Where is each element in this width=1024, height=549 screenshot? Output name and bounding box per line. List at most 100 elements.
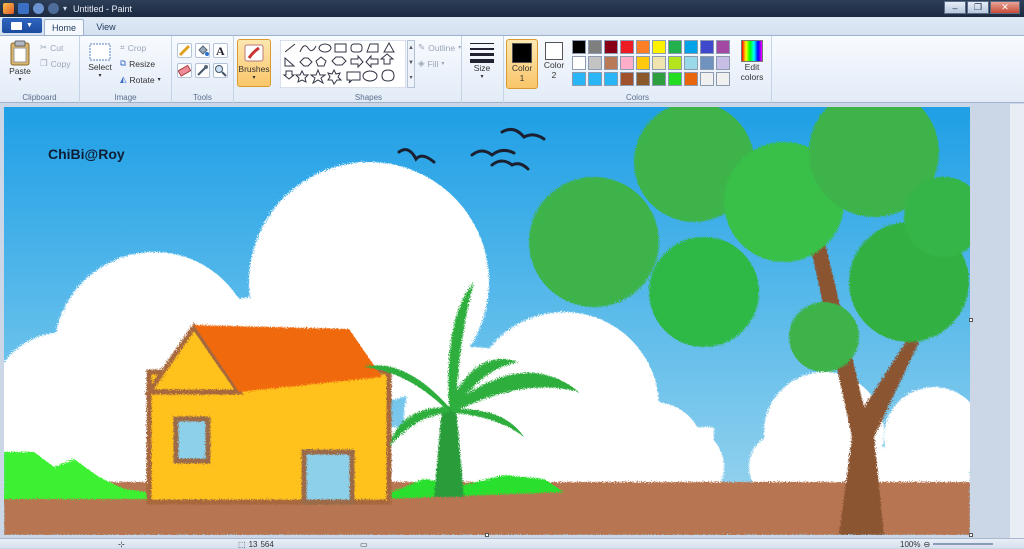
shapes-gallery[interactable] xyxy=(280,40,406,88)
rotate-label: Rotate xyxy=(129,74,155,85)
select-button[interactable]: Select ▾ xyxy=(86,42,114,79)
shapes-gallery-scroll[interactable]: ▲ ▼ ▾ xyxy=(407,40,415,88)
outline-pen-icon: ✎ xyxy=(418,42,426,52)
palette-swatch[interactable] xyxy=(620,40,634,54)
fill-button[interactable]: ◈ Fill ▾ xyxy=(418,58,444,69)
magnifier-tool[interactable] xyxy=(213,63,228,78)
palette-swatch[interactable] xyxy=(700,72,714,86)
house xyxy=(144,322,392,505)
crop-button[interactable]: ⌗ Crop xyxy=(120,42,146,53)
palette-swatch[interactable] xyxy=(700,56,714,70)
clipboard-group: Paste ▾ ✂ Cut ❐ Copy Clipboard xyxy=(0,36,80,104)
size-label: Size xyxy=(473,63,491,73)
palette-swatch[interactable] xyxy=(652,72,666,86)
chevron-down-icon: ▾ xyxy=(458,45,462,51)
copy-button[interactable]: ❐ Copy xyxy=(40,58,70,69)
fill-tool[interactable] xyxy=(195,43,210,58)
resize-label: Resize xyxy=(129,58,156,69)
resize-handle-right[interactable] xyxy=(969,318,973,322)
shapes-group-label: Shapes xyxy=(354,93,383,102)
chevron-down-icon: ▾ xyxy=(480,74,484,80)
color2-label: Color xyxy=(543,60,565,70)
color-picker-tool[interactable] xyxy=(195,63,210,78)
ribbon: Paste ▾ ✂ Cut ❐ Copy Clipboard Select ▾ … xyxy=(0,35,1024,104)
tools-group: A Tools xyxy=(172,36,234,104)
palette-swatch[interactable] xyxy=(604,72,618,86)
palette-swatch[interactable] xyxy=(636,72,650,86)
rainbow-palette-icon xyxy=(741,40,763,62)
palette-swatch[interactable] xyxy=(604,56,618,70)
palette-swatch[interactable] xyxy=(620,56,634,70)
fill-label: Fill xyxy=(427,58,439,69)
palette-swatch[interactable] xyxy=(620,72,634,86)
palette-swatch[interactable] xyxy=(684,40,698,54)
outline-button[interactable]: ✎ Outline ▾ xyxy=(418,42,461,53)
tab-view[interactable]: View xyxy=(86,19,126,35)
eraser-tool[interactable] xyxy=(177,63,192,78)
maximize-button[interactable]: ❐ xyxy=(967,1,989,14)
vertical-scrollbar[interactable] xyxy=(1010,104,1024,538)
rotate-button[interactable]: ◭ Rotate ▾ xyxy=(120,74,161,85)
tab-home[interactable]: Home xyxy=(44,19,84,35)
resize-handle-bottom[interactable] xyxy=(485,533,489,537)
clipboard-icon xyxy=(10,40,30,66)
paint-menu-button[interactable]: ▼ xyxy=(2,18,42,33)
zoom-level: 100% xyxy=(900,539,921,549)
palette-swatch[interactable] xyxy=(668,40,682,54)
palette-swatch[interactable] xyxy=(716,56,730,70)
resize-button[interactable]: ⧉ Resize xyxy=(120,58,155,69)
outline-label: Outline xyxy=(428,42,456,53)
palette-swatch[interactable] xyxy=(604,40,618,54)
palette-swatch[interactable] xyxy=(700,40,714,54)
save-icon[interactable] xyxy=(18,3,29,14)
size-group: Size ▾ xyxy=(462,36,504,104)
resize-handle-corner[interactable] xyxy=(969,533,973,537)
palette-swatch[interactable] xyxy=(572,40,586,54)
palette-swatch[interactable] xyxy=(636,40,650,54)
brushes-label: Brushes xyxy=(238,64,270,74)
color2-button[interactable]: Color 2 xyxy=(540,42,568,80)
pencil-tool[interactable] xyxy=(177,43,192,58)
palette-swatch[interactable] xyxy=(668,72,682,86)
redo-icon[interactable] xyxy=(48,3,59,14)
edit-colors-button[interactable]: Edit colors xyxy=(737,40,767,82)
zoom-slider[interactable] xyxy=(933,543,994,545)
palette-swatch[interactable] xyxy=(716,72,730,86)
crop-icon: ⌗ xyxy=(120,42,125,52)
chevron-down-icon: ▾ xyxy=(98,73,102,79)
palette-swatch[interactable] xyxy=(716,40,730,54)
paint-app-icon[interactable] xyxy=(3,3,14,14)
palette-swatch[interactable] xyxy=(684,56,698,70)
color2-number: 2 xyxy=(551,70,557,80)
paste-button[interactable]: Paste ▾ xyxy=(6,40,34,83)
palette-swatch[interactable] xyxy=(572,56,586,70)
ribbon-tabs: ▼ Home View xyxy=(0,17,1024,35)
palette-swatch[interactable] xyxy=(684,72,698,86)
palette-swatch[interactable] xyxy=(588,40,602,54)
drawing-canvas[interactable]: ChiBi@Roy xyxy=(4,107,970,535)
resize-icon: ⧉ xyxy=(120,58,127,68)
line-size-icon xyxy=(470,43,494,63)
paste-label: Paste xyxy=(9,66,31,76)
chevron-down-icon: ▾ xyxy=(252,75,256,81)
cut-button[interactable]: ✂ Cut xyxy=(40,42,63,53)
palette-swatch[interactable] xyxy=(588,72,602,86)
text-tool[interactable]: A xyxy=(213,43,228,58)
zoom-out-icon[interactable]: ⊖ xyxy=(923,540,930,549)
size-button[interactable]: Size ▾ xyxy=(467,41,497,80)
color2-swatch xyxy=(545,42,563,60)
minimize-button[interactable]: – xyxy=(944,1,966,14)
undo-icon[interactable] xyxy=(33,3,44,14)
color1-button[interactable]: Color 1 xyxy=(506,39,538,89)
colors-group: Color 1 Color 2 Edit colors Colors xyxy=(504,36,772,104)
close-button[interactable]: ✕ xyxy=(990,1,1020,14)
customize-toolbar-icon[interactable]: ▾ xyxy=(63,4,67,13)
palette-swatch[interactable] xyxy=(668,56,682,70)
palette-swatch[interactable] xyxy=(652,40,666,54)
palette-swatch[interactable] xyxy=(588,56,602,70)
palette-swatch[interactable] xyxy=(636,56,650,70)
position-readout: 13 xyxy=(248,539,258,549)
palette-swatch[interactable] xyxy=(572,72,586,86)
brushes-button[interactable]: Brushes ▾ xyxy=(237,39,271,87)
palette-swatch[interactable] xyxy=(652,56,666,70)
